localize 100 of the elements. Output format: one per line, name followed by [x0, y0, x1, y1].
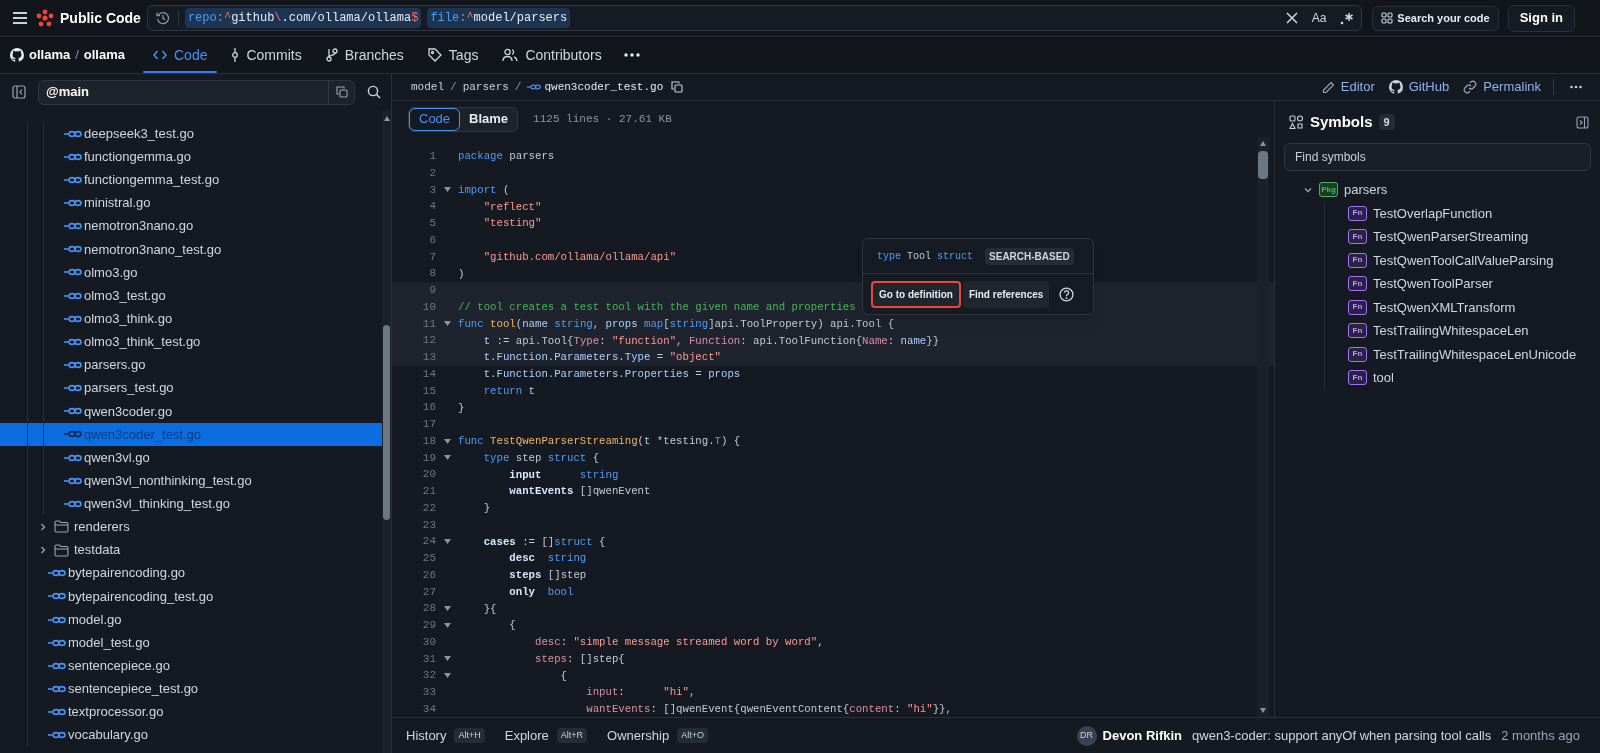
go-file-icon — [64, 291, 82, 300]
bottom-tab[interactable]: Explore Alt+R — [504, 725, 588, 746]
file-row[interactable]: ministral.go — [0, 191, 382, 215]
symbol-row[interactable]: Pkg parsers — [1284, 178, 1591, 202]
file-row[interactable]: olmo3_think.go — [0, 307, 382, 331]
symbol-row[interactable]: Fn TestQwenXMLTransform — [1325, 295, 1591, 319]
nav-tab[interactable]: Branches — [315, 37, 414, 73]
chevron-icon[interactable] — [38, 545, 48, 556]
nav-tab[interactable]: Tags — [417, 37, 489, 73]
symbol-row[interactable]: Fn TestQwenToolCallValueParsing — [1325, 248, 1591, 272]
fold-caret-icon[interactable] — [443, 673, 451, 679]
fold-caret-icon[interactable] — [443, 539, 451, 545]
file-row[interactable]: model_test.go — [0, 631, 382, 655]
line-number: 33 — [421, 685, 436, 701]
file-row[interactable]: vocabulary.go — [0, 723, 382, 747]
branch-selector[interactable]: @main — [38, 79, 355, 105]
folder-row[interactable]: renderers — [0, 515, 382, 539]
bottom-tab[interactable]: Ownership Alt+O — [607, 725, 708, 746]
nav-tab[interactable]: Contributors — [492, 37, 612, 73]
file-row[interactable]: bytepairencoding_test.go — [0, 584, 382, 608]
code-line: package parsers — [458, 149, 555, 165]
repo-name[interactable]: ollama — [83, 45, 125, 65]
fold-caret-icon[interactable] — [443, 656, 451, 662]
file-row[interactable]: olmo3_test.go — [0, 284, 382, 308]
search-field[interactable]: repo:^github\.com/ollama/ollama$ file:^model/parsers Aa — [146, 5, 1363, 31]
author-name[interactable]: Devon Rifkin — [1102, 725, 1183, 746]
function-icon: Fn — [1348, 370, 1367, 386]
search-field[interactable]: Find symbols — [1284, 143, 1591, 171]
regex-icon[interactable] — [1340, 11, 1354, 25]
popover-button[interactable]: Find references — [962, 280, 1050, 308]
file-row[interactable]: olmo3.go — [0, 260, 382, 284]
file-row[interactable]: nemotron3nano_test.go — [0, 237, 382, 261]
search-icon[interactable] — [367, 85, 381, 99]
header-link[interactable]: GitHub — [1388, 77, 1450, 97]
bottom-tab[interactable]: History Alt+H — [406, 725, 485, 746]
sign-in-button[interactable]: Sign in — [1507, 4, 1575, 32]
symbol-row[interactable]: Fn TestTrailingWhitespaceLen — [1325, 319, 1591, 343]
file-row[interactable]: olmo3_think_test.go — [0, 330, 382, 354]
chevron-icon[interactable] — [38, 521, 48, 532]
copy-icon[interactable] — [335, 86, 348, 98]
help-icon[interactable] — [1059, 286, 1075, 302]
go-file-icon — [64, 222, 82, 231]
fold-caret-icon[interactable] — [443, 622, 451, 628]
fold-caret-icon[interactable] — [443, 187, 451, 193]
nav-tab[interactable]: Commits — [221, 37, 312, 73]
fold-caret-icon[interactable] — [443, 438, 451, 444]
file-row[interactable]: qwen3vl_nonthinking_test.go — [0, 469, 382, 493]
file-row[interactable]: sentencepiece_test.go — [0, 677, 382, 701]
commit-message[interactable]: qwen3-coder: support anyOf when parsing tool calls — [1192, 725, 1492, 746]
copy-icon[interactable] — [671, 81, 684, 93]
sidebar-collapse-icon[interactable] — [12, 85, 26, 99]
case-toggle[interactable]: Aa — [1311, 9, 1327, 27]
file-row[interactable]: bytepairencoding.go — [0, 561, 382, 585]
repo-owner[interactable]: ollama — [29, 45, 71, 65]
panel-collapse-icon[interactable] — [1576, 115, 1589, 129]
file-row[interactable]: deepseek3_test.go — [0, 122, 382, 146]
fold-caret-icon[interactable] — [443, 321, 451, 327]
folder-row[interactable]: testdata — [0, 538, 382, 562]
view-tab[interactable]: Code — [409, 107, 461, 131]
file-row[interactable]: qwen3vl_thinking_test.go — [0, 492, 382, 516]
view-tab[interactable]: Blame — [460, 107, 518, 131]
symbol-row[interactable]: Fn TestQwenToolParser — [1325, 272, 1591, 296]
line-number: 12 — [421, 333, 436, 349]
scrollbar[interactable] — [1257, 137, 1269, 717]
fold-caret-icon[interactable] — [443, 606, 451, 612]
line-number: 17 — [421, 417, 436, 433]
go-file-icon — [64, 175, 82, 184]
file-row[interactable]: functiongemma.go — [0, 145, 382, 169]
header-link[interactable]: Permalink — [1463, 77, 1541, 97]
more-icon[interactable] — [623, 53, 640, 57]
symbol-row[interactable]: Fn TestTrailingWhitespaceLenUnicode — [1325, 342, 1591, 366]
menu-icon[interactable] — [12, 11, 28, 25]
line-number: 24 — [421, 534, 436, 550]
symbol-row[interactable]: Fn TestQwenParserStreaming — [1325, 225, 1591, 249]
shortcut-badge: Alt+O — [677, 727, 708, 744]
history-icon[interactable] — [155, 11, 170, 25]
file-row[interactable]: model.go — [0, 607, 382, 632]
symbol-row[interactable]: Fn TestOverlapFunction — [1325, 201, 1591, 225]
close-icon[interactable] — [1285, 12, 1298, 24]
file-row[interactable]: qwen3vl.go — [0, 445, 382, 470]
search-your-code-button[interactable]: Search your code — [1372, 5, 1499, 31]
file-row[interactable]: textprocessor.go — [0, 700, 382, 724]
more-icon[interactable] — [1570, 85, 1582, 89]
popover-button[interactable]: Go to definition — [871, 280, 961, 308]
file-row[interactable]: sentencepiece.go — [0, 654, 382, 678]
file-row[interactable]: parsers_test.go — [0, 376, 382, 400]
type-signature: type Tool struct — [877, 249, 974, 264]
file-row[interactable]: qwen3coder.go — [0, 399, 382, 423]
fold-caret-icon[interactable] — [443, 455, 451, 461]
link-icon — [1463, 80, 1478, 94]
file-row[interactable]: parsers.go — [0, 353, 382, 377]
scrollbar[interactable] — [382, 110, 391, 753]
breadcrumb-link[interactable]: parsers — [462, 78, 509, 96]
file-row[interactable]: nemotron3nano.go — [0, 214, 382, 238]
file-row[interactable]: functiongemma_test.go — [0, 168, 382, 192]
line-number: 25 — [421, 551, 436, 567]
breadcrumb-link[interactable]: model — [411, 78, 444, 96]
symbol-row[interactable]: Fn tool — [1325, 366, 1591, 390]
nav-tab[interactable]: Code — [143, 37, 218, 73]
header-link[interactable]: Editor — [1321, 77, 1375, 97]
